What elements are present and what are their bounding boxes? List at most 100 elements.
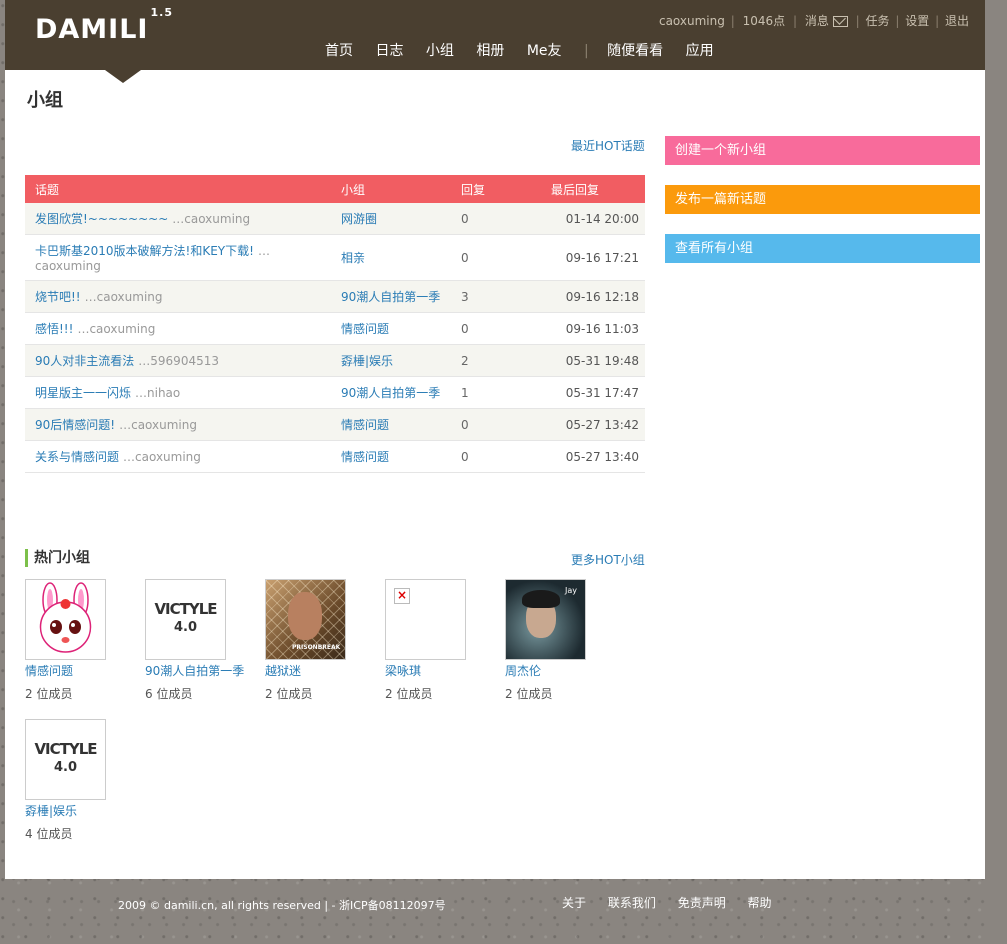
site-logo[interactable]: DAMILI1.5 xyxy=(35,6,173,45)
hot-groups-title: 热门小组 xyxy=(25,549,90,567)
main-nav: 首页 日志 小组 相册 Me友 | 随便看看 应用 xyxy=(325,40,732,60)
points-display: 1046点 xyxy=(742,14,786,28)
header-replies: 回复 xyxy=(451,175,541,203)
logout-link[interactable]: 退出 xyxy=(945,14,969,28)
messages-link[interactable]: 消息 xyxy=(803,14,850,28)
recent-hot-topics-link[interactable]: 最近HOT话题 xyxy=(571,137,645,154)
group-name-link[interactable]: 越狱迷 xyxy=(265,662,375,679)
table-row: 烧节吧!! …caoxuming 90潮人自拍第一季 3 09-16 12:18 xyxy=(25,280,645,313)
reply-count: 0 xyxy=(451,203,541,235)
group-card: × 梁咏琪 2 位成员 xyxy=(385,579,495,702)
topic-cell: 发图欣赏!~~~~~~~~ …caoxuming xyxy=(25,203,331,235)
jay-chou-photo-image: Jay xyxy=(506,580,585,659)
group-name-link[interactable]: 梁咏琪 xyxy=(385,662,495,679)
nav-explore[interactable]: 随便看看 xyxy=(607,43,663,59)
topic-link[interactable]: 烧节吧!! xyxy=(35,290,81,304)
active-tab-pointer xyxy=(105,70,141,83)
group-member-count: 2 位成员 xyxy=(385,687,433,701)
nav-albums[interactable]: 相册 xyxy=(476,43,504,59)
reply-count: 0 xyxy=(451,440,541,473)
group-thumbnail[interactable]: × xyxy=(385,579,466,660)
last-reply-time: 09-16 12:18 xyxy=(541,280,645,313)
separator: | xyxy=(895,14,900,28)
topic-link[interactable]: 感悟!!! xyxy=(35,322,73,336)
group-link[interactable]: 90潮人自拍第一季 xyxy=(341,290,440,304)
topic-link[interactable]: 90后情感问题! xyxy=(35,418,115,432)
group-cell: 90潮人自拍第一季 xyxy=(331,376,451,409)
more-hot-groups-link[interactable]: 更多HOT小组 xyxy=(571,551,645,568)
footer-disclaimer-link[interactable]: 免责声明 xyxy=(678,896,726,910)
group-link[interactable]: 情感问题 xyxy=(341,418,389,432)
group-thumbnail[interactable]: VICTYLE 4.0 xyxy=(25,719,106,800)
copyright: 2009 © damili.cn, all rights reserved | … xyxy=(118,899,446,912)
topic-cell: 明星版主一一闪烁 …nihao xyxy=(25,376,331,409)
group-card: VICTYLE 4.0 孬棰|娱乐 4 位成员 xyxy=(25,719,135,842)
tasks-link[interactable]: 任务 xyxy=(866,14,890,28)
separator: | xyxy=(935,14,940,28)
topic-link[interactable]: 发图欣赏!~~~~~~~~ xyxy=(35,212,168,226)
topic-link[interactable]: 90人对非主流看法 xyxy=(35,354,134,368)
group-member-count: 4 位成员 xyxy=(25,827,73,841)
author-name: …caoxuming xyxy=(123,450,201,464)
create-group-button[interactable]: 创建一个新小组 xyxy=(665,136,980,165)
topic-cell: 卡巴斯基2010版本破解方法!和KEY下载! …caoxuming xyxy=(25,234,331,281)
view-all-groups-button[interactable]: 查看所有小组 xyxy=(665,234,980,263)
group-link[interactable]: 网游圈 xyxy=(341,212,377,226)
group-thumbnail[interactable] xyxy=(25,579,106,660)
group-link[interactable]: 情感问题 xyxy=(341,450,389,464)
author-name: …caoxuming xyxy=(119,418,197,432)
nav-groups[interactable]: 小组 xyxy=(426,43,454,59)
group-name-link[interactable]: 90潮人自拍第一季 xyxy=(145,662,255,679)
group-cell: 网游圈 xyxy=(331,203,451,235)
group-card: VICTYLE 4.0 90潮人自拍第一季 6 位成员 xyxy=(145,579,255,702)
group-name-link[interactable]: 周杰伦 xyxy=(505,662,615,679)
header-last-reply: 最后回复 xyxy=(541,175,645,203)
header-topic: 话题 xyxy=(25,175,331,203)
new-topic-button[interactable]: 发布一篇新话题 xyxy=(665,185,980,214)
page-frame: DAMILI1.5 caoxuming | 1046点 | 消息 | 任务 | … xyxy=(5,0,985,879)
username-link[interactable]: caoxuming xyxy=(659,14,725,28)
group-cell: 情感问题 xyxy=(331,440,451,473)
group-link[interactable]: 90潮人自拍第一季 xyxy=(341,386,440,400)
reply-count: 1 xyxy=(451,376,541,409)
group-name-link[interactable]: 孬棰|娱乐 xyxy=(25,802,135,819)
group-member-count: 2 位成员 xyxy=(505,687,553,701)
group-cell: 情感问题 xyxy=(331,312,451,345)
topic-table: 话题 小组 回复 最后回复 发图欣赏!~~~~~~~~ …caoxuming 网游圈… xyxy=(25,175,645,473)
group-thumbnail[interactable]: PRISONBREAK xyxy=(265,579,346,660)
footer-help-link[interactable]: 帮助 xyxy=(748,896,772,910)
reply-count: 0 xyxy=(451,408,541,441)
footer-contact-link[interactable]: 联系我们 xyxy=(608,896,656,910)
group-name-link[interactable]: 情感问题 xyxy=(25,662,135,679)
victyle-logo-image: VICTYLE 4.0 xyxy=(154,600,217,635)
separator: | xyxy=(855,14,860,28)
nav-apps[interactable]: 应用 xyxy=(686,43,714,59)
table-row: 发图欣赏!~~~~~~~~ …caoxuming 网游圈 0 01-14 20:00 xyxy=(25,203,645,235)
group-link[interactable]: 情感问题 xyxy=(341,322,389,336)
author-name: …caoxuming xyxy=(77,322,156,336)
last-reply-time: 01-14 20:00 xyxy=(541,203,645,235)
nav-friends[interactable]: Me友 xyxy=(527,43,562,59)
nav-home[interactable]: 首页 xyxy=(325,43,353,59)
settings-link[interactable]: 设置 xyxy=(905,14,929,28)
footer-about-link[interactable]: 关于 xyxy=(562,896,586,910)
last-reply-time: 09-16 17:21 xyxy=(541,234,645,281)
table-row: 卡巴斯基2010版本破解方法!和KEY下载! …caoxuming 相亲 0 09-16… xyxy=(25,234,645,281)
group-thumbnail[interactable]: VICTYLE 4.0 xyxy=(145,579,226,660)
topic-link[interactable]: 关系与情感问题 xyxy=(35,450,119,464)
topic-link[interactable]: 明星版主一一闪烁 xyxy=(35,386,131,400)
author-name: …caoxuming xyxy=(172,212,251,226)
last-reply-time: 05-27 13:40 xyxy=(541,440,645,473)
group-link[interactable]: 孬棰|娱乐 xyxy=(341,354,393,368)
group-card: 情感问题 2 位成员 xyxy=(25,579,135,702)
group-link[interactable]: 相亲 xyxy=(341,251,365,265)
last-reply-time: 09-16 11:03 xyxy=(541,312,645,345)
group-card: PRISONBREAK 越狱迷 2 位成员 xyxy=(265,579,375,702)
group-member-count: 2 位成员 xyxy=(265,687,313,701)
topic-link[interactable]: 卡巴斯基2010版本破解方法!和KEY下载! xyxy=(35,244,254,258)
broken-image-icon: × xyxy=(394,588,410,604)
footer-links: 关于 联系我们 免责声明 帮助 xyxy=(562,894,790,911)
nav-blog[interactable]: 日志 xyxy=(375,43,403,59)
group-thumbnail[interactable]: Jay xyxy=(505,579,586,660)
author-name: …caoxuming xyxy=(84,290,163,304)
